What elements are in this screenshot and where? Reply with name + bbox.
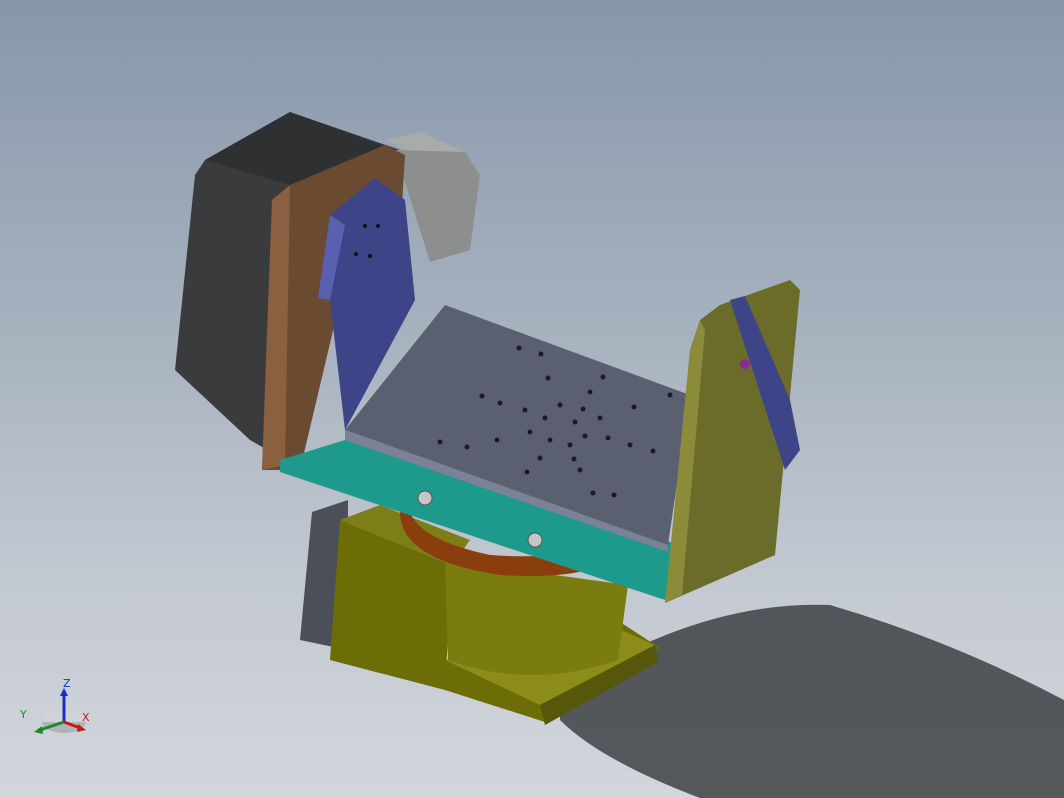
bearing-hole (740, 359, 750, 369)
cad-viewport[interactable]: Z Y X (0, 0, 1064, 798)
triad-graphic (34, 688, 86, 734)
z-axis-label: Z (63, 677, 71, 690)
axis-triad: Z Y X (18, 676, 98, 740)
pan-tilt-assembly-model[interactable] (0, 0, 1064, 798)
screw-head (527, 532, 543, 548)
screw-head (417, 490, 433, 506)
y-axis-label: Y (20, 708, 27, 721)
x-axis-label: X (82, 711, 90, 724)
